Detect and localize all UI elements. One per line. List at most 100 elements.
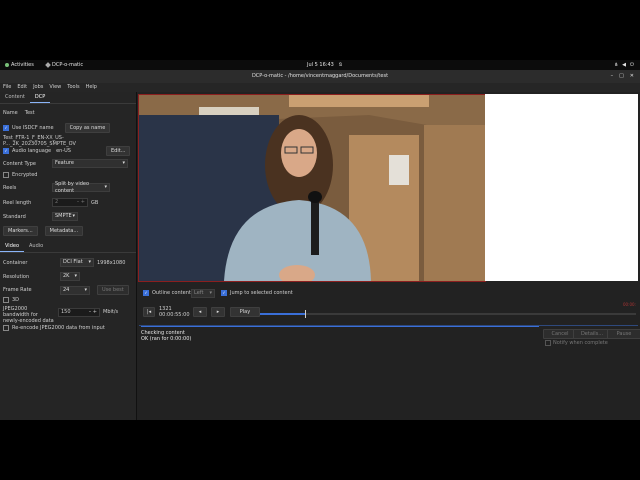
minus-plus-icon: – + <box>88 309 97 315</box>
video-preview[interactable] <box>138 94 486 282</box>
chevron-down-icon: ▾ <box>84 286 87 293</box>
name-value[interactable]: Test <box>25 110 35 116</box>
network-icon[interactable]: ⋔ <box>614 62 618 68</box>
standard-select[interactable]: SMPTE ▾ <box>52 212 78 221</box>
use-best-button[interactable]: Use best <box>97 285 129 295</box>
letterbox-bottom <box>0 420 640 480</box>
frame-rate-select[interactable]: 24 ▾ <box>60 285 90 295</box>
app-menu[interactable]: DCP-o-matic <box>45 62 84 68</box>
reels-label: Reels <box>3 184 17 191</box>
reel-length-label: Reel length <box>3 199 32 206</box>
menu-file[interactable]: File <box>3 83 11 92</box>
jump-selected-checkbox[interactable]: ✓ <box>221 290 227 296</box>
video-frame-image <box>139 95 485 281</box>
eye-select[interactable]: Left ▾ <box>191 289 215 298</box>
container-resolution: 1998x1080 <box>97 259 126 266</box>
notify-label: Notify when complete <box>553 340 608 346</box>
chevron-down-icon: ▾ <box>72 213 75 219</box>
reel-length-value: 2 <box>55 199 59 205</box>
chevron-down-icon: ▾ <box>104 184 107 190</box>
timecode-display: 00:00:55:00 <box>159 312 190 318</box>
bandwidth-value: 150 <box>61 309 71 315</box>
window-title: DCP-o-matic - /home/vincentmaggard/Docum… <box>251 73 389 79</box>
power-icon[interactable]: ⏻ <box>630 62 634 68</box>
minimize-icon[interactable]: – <box>611 70 614 83</box>
tab-dcp[interactable]: DCP <box>29 92 51 103</box>
app-name: DCP-o-matic <box>52 62 84 68</box>
play-button[interactable]: Play <box>230 307 260 317</box>
job-details-button[interactable]: Details... <box>573 329 611 339</box>
timeline-progress <box>260 313 306 315</box>
bandwidth-label: JPEG2000 bandwidth for newly-encoded dat… <box>3 306 54 324</box>
resolution-value: 2K <box>63 273 70 279</box>
reencode-label: Re-encode JPEG2000 data from input <box>12 325 105 331</box>
pause-job-button[interactable]: Pause <box>607 329 640 339</box>
step-back-button[interactable]: ◂ <box>193 307 207 317</box>
video-audio-tabs: Video Audio <box>0 241 136 253</box>
reels-select[interactable]: Split by video content ▾ <box>52 180 110 194</box>
menu-tools[interactable]: Tools <box>67 83 79 92</box>
menu-bar: File Edit Jobs View Tools Help <box>0 83 640 92</box>
use-isdcf-checkbox[interactable]: ✓ <box>3 125 9 131</box>
name-label: Name <box>3 110 18 116</box>
job-progress-bar <box>141 326 539 327</box>
container-label: Container <box>3 259 28 266</box>
notify-row: Notify when complete <box>545 340 608 346</box>
cancel-job-button[interactable]: Cancel <box>543 329 577 339</box>
chevron-down-icon: ▾ <box>74 273 77 279</box>
activities-icon <box>5 63 9 67</box>
container-select[interactable]: DCI Flat ▾ <box>60 258 94 267</box>
bandwidth-stepper[interactable]: 150 – + <box>58 308 100 317</box>
menu-jobs[interactable]: Jobs <box>33 83 43 92</box>
menu-help[interactable]: Help <box>86 83 97 92</box>
bandwidth-unit: Mbit/s <box>103 309 119 315</box>
audio-language-value: en-US <box>56 148 71 154</box>
audio-language-checkbox[interactable]: ✓ <box>3 148 9 154</box>
reencode-checkbox[interactable] <box>3 325 9 331</box>
maximize-icon[interactable]: □ <box>619 70 624 83</box>
content-type-value: Feature <box>55 160 74 166</box>
outline-content-row: ✓ Outline content <box>143 290 191 296</box>
timeline-slider[interactable] <box>260 310 636 318</box>
tab-content[interactable]: Content <box>0 92 30 103</box>
resolution-label: Resolution <box>3 273 30 280</box>
letterbox-top <box>0 0 640 60</box>
menu-view[interactable]: View <box>49 83 61 92</box>
metadata-button[interactable]: Metadata... <box>44 226 84 236</box>
jump-selected-row: ✓ Jump to selected content <box>221 290 293 296</box>
chevron-down-icon: ▾ <box>122 160 125 166</box>
markers-button[interactable]: Markers... <box>3 226 38 236</box>
step-forward-button[interactable]: ▸ <box>211 307 225 317</box>
menu-edit[interactable]: Edit <box>17 83 27 92</box>
job-status: OK (ran for 0:00:00) <box>141 336 192 342</box>
minus-plus-icon: – + <box>76 199 85 205</box>
three-d-checkbox[interactable] <box>3 297 9 303</box>
close-icon[interactable]: ✕ <box>630 70 634 83</box>
resolution-select[interactable]: 2K ▾ <box>60 272 80 281</box>
container-value: DCI Flat <box>63 259 83 265</box>
notify-checkbox[interactable] <box>545 340 551 346</box>
panel-tabs: Content DCP <box>0 92 136 104</box>
reels-value: Split by video content <box>55 180 90 194</box>
system-top-bar: Activities DCP-o-matic Jul 5 16:43 ⍉ ⋔ ◀… <box>0 60 640 70</box>
encrypted-label: Encrypted <box>12 172 38 178</box>
eye-value: Left <box>194 290 204 296</box>
step-forward-icon: ▸ <box>216 309 220 315</box>
outline-content-label: Outline content <box>152 290 191 296</box>
encrypted-checkbox[interactable] <box>3 172 9 178</box>
reel-length-stepper[interactable]: 2 – + <box>52 198 88 207</box>
volume-icon[interactable]: ◀ <box>622 62 626 68</box>
go-to-start-button[interactable]: |◂ <box>143 307 155 317</box>
clock[interactable]: Jul 5 16:43 <box>307 62 334 68</box>
frame-rate-value: 24 <box>63 286 70 293</box>
three-d-label: 3D <box>12 297 20 303</box>
audio-language-edit-button[interactable]: Edit... <box>105 146 131 156</box>
tab-audio[interactable]: Audio <box>24 241 48 252</box>
activities-button[interactable]: Activities <box>5 62 34 68</box>
tab-video[interactable]: Video <box>0 241 25 252</box>
standard-label: Standard <box>3 213 26 220</box>
content-type-select[interactable]: Feature ▾ <box>52 159 128 168</box>
copy-as-name-button[interactable]: Copy as name <box>64 123 111 133</box>
outline-content-checkbox[interactable]: ✓ <box>143 290 149 296</box>
playhead[interactable] <box>305 310 307 318</box>
